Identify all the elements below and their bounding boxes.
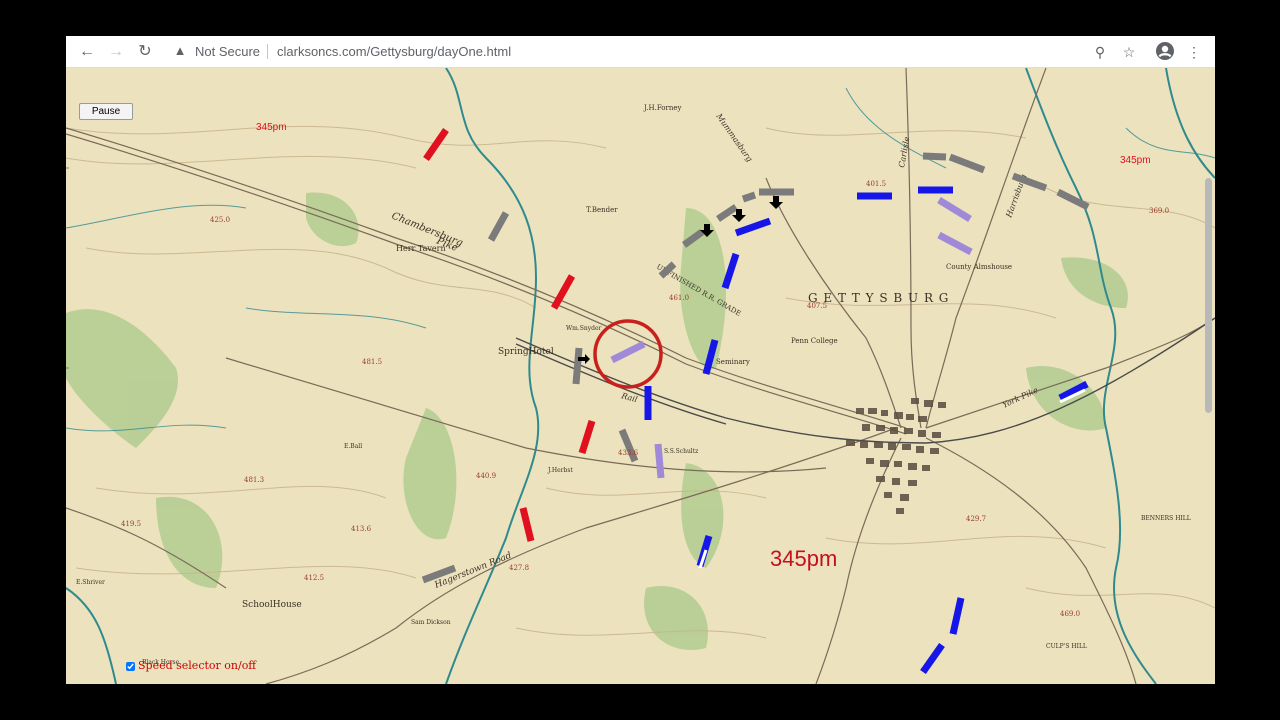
reload-icon[interactable]: ↻	[134, 41, 156, 63]
label-penn-college: Penn College	[791, 337, 838, 345]
svg-text:427.8: 427.8	[509, 564, 529, 572]
kebab-menu-icon[interactable]: ⋮	[1183, 41, 1205, 63]
label-benners-hill: BENNERS HILL	[1141, 515, 1191, 522]
page-scrollbar[interactable]	[1205, 178, 1212, 413]
forward-arrow-icon[interactable]: →	[105, 41, 127, 63]
label-seminary: Seminary	[716, 358, 750, 366]
grey-unit	[572, 347, 583, 385]
battle-map: G E T T Y S B U R G Chambersburg Pike UN…	[66, 68, 1215, 684]
back-arrow-icon[interactable]: ←	[76, 41, 98, 63]
url-text[interactable]: clarksoncs.com/Gettysburg/dayOne.html	[277, 44, 511, 59]
grey-unit	[741, 191, 757, 203]
label-bender: T.Bender	[586, 206, 618, 214]
svg-text:413.6: 413.6	[351, 525, 372, 533]
svg-text:469.0: 469.0	[1060, 610, 1080, 618]
svg-text:425.0: 425.0	[210, 216, 230, 224]
svg-text:401.5: 401.5	[866, 180, 886, 188]
label-county-almshouse: County Almshouse	[946, 263, 1012, 271]
account-circle-icon[interactable]	[1154, 41, 1176, 63]
speed-selector-checkbox[interactable]	[126, 661, 135, 671]
label-dickson: Sam Dickson	[411, 619, 451, 626]
address-bar[interactable]: ▲ Not Secure clarksoncs.com/Gettysburg/d…	[166, 40, 1116, 63]
pause-button[interactable]: Pause	[79, 103, 133, 120]
warning-triangle-icon[interactable]: ▲	[172, 43, 188, 59]
omnibox-separator	[267, 44, 268, 59]
label-forney: J.H.Forney	[643, 104, 682, 112]
label-spring-hotel: SpringHotel	[498, 347, 554, 357]
label-snyder: Wm.Snyder	[566, 325, 602, 332]
zoom-icon[interactable]: ⚲	[1089, 41, 1111, 63]
svg-text:419.5: 419.5	[121, 520, 141, 528]
svg-text:481.5: 481.5	[362, 358, 382, 366]
label-ball: E.Ball	[344, 443, 362, 450]
label-schoolhouse: SchoolHouse	[242, 600, 302, 610]
time-label-main: 345pm	[770, 546, 837, 571]
time-label-small-right: 345pm	[1120, 155, 1151, 166]
svg-text:369.0: 369.0	[1149, 207, 1169, 215]
label-herbst: J.Herbst	[547, 467, 573, 474]
star-icon[interactable]: ☆	[1118, 41, 1140, 63]
svg-text:433.6: 433.6	[618, 449, 639, 457]
svg-text:461.0: 461.0	[669, 294, 689, 302]
label-culps-hill: CULP'S HILL	[1046, 643, 1087, 650]
light-unit	[654, 443, 665, 479]
svg-text:440.9: 440.9	[476, 472, 496, 480]
svg-text:481.3: 481.3	[244, 476, 264, 484]
svg-text:407.5: 407.5	[807, 302, 827, 310]
browser-window: ← → ↻ ▲ Not Secure clarksoncs.com/Gettys…	[66, 36, 1215, 684]
page-viewport: G E T T Y S B U R G Chambersburg Pike UN…	[66, 68, 1215, 684]
security-label[interactable]: Not Secure	[195, 44, 260, 59]
label-gettysburg: G E T T Y S B U R G	[808, 291, 949, 305]
svg-text:429.7: 429.7	[966, 515, 986, 523]
svg-text:412.5: 412.5	[304, 574, 324, 582]
grey-unit	[922, 152, 947, 161]
speed-selector-label: Speed selector on/off	[138, 659, 257, 672]
speed-selector-row: Speed selector on/off	[126, 659, 256, 672]
browser-toolbar: ← → ↻ ▲ Not Secure clarksoncs.com/Gettys…	[66, 36, 1215, 68]
label-shriver: E.Shriver	[76, 579, 105, 586]
label-herr-tavern: Herr Tavern	[396, 244, 446, 253]
label-schultz: S.S.Schultz	[664, 448, 698, 455]
time-label-small-left: 345pm	[256, 122, 287, 133]
